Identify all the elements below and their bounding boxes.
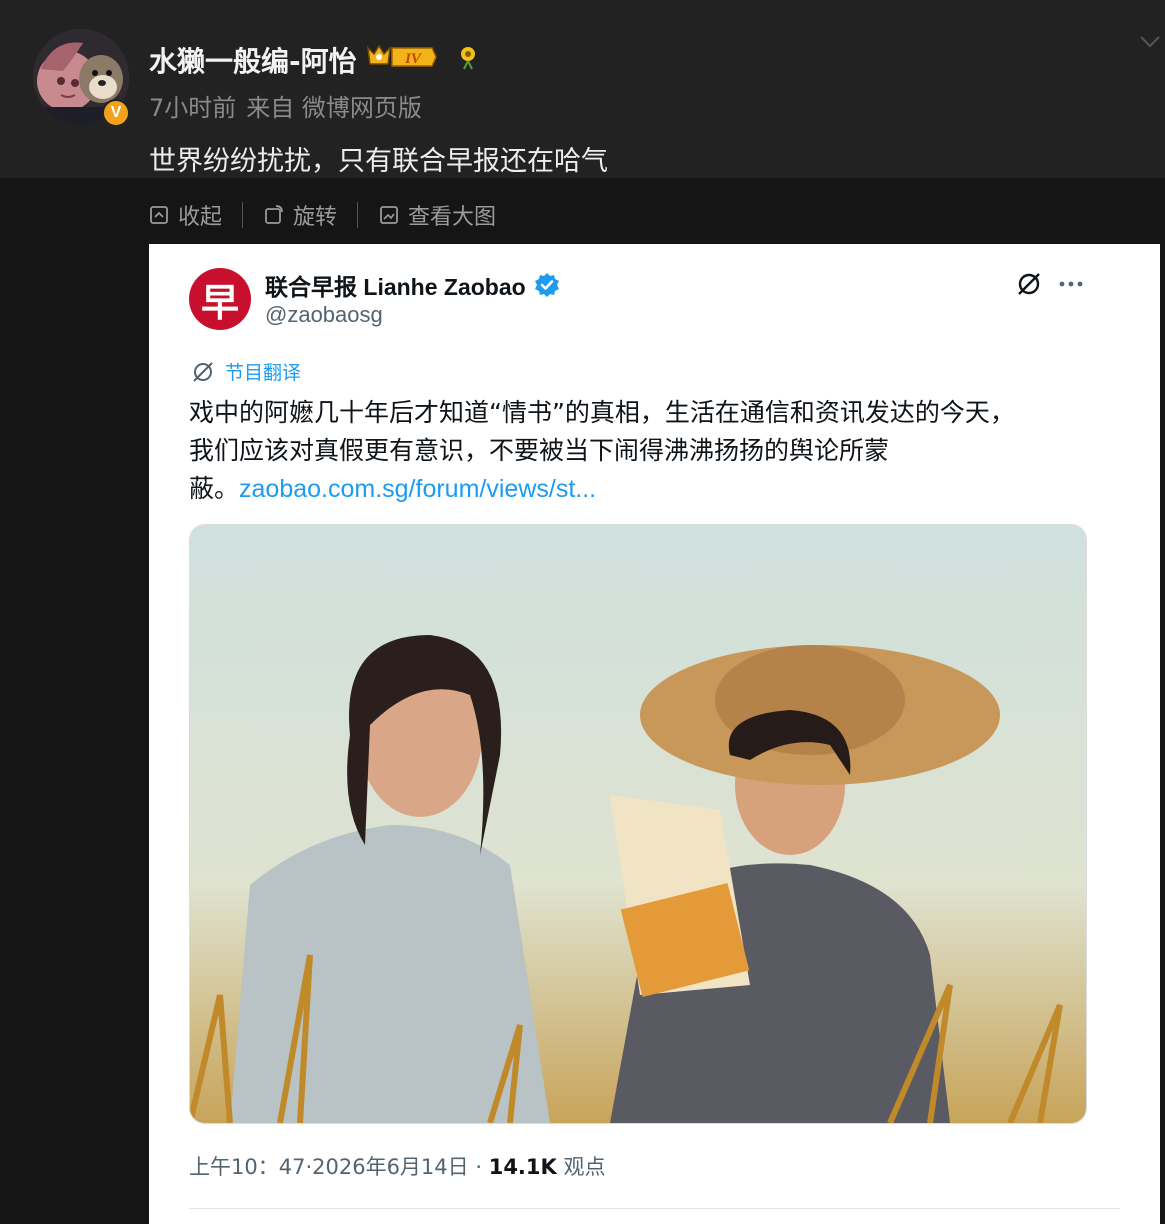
username[interactable]: 水獭一般编-阿怡 bbox=[149, 40, 357, 80]
flower-medal-icon[interactable] bbox=[455, 44, 481, 70]
tweet-text-line: 戏中的阿嬷几十年后才知道“情书”的真相，生活在通信和资讯发达的今天， bbox=[189, 398, 1015, 427]
zaobao-logo: 早 bbox=[189, 268, 251, 330]
tweet-account-name-text: 联合早报 Lianhe Zaobao bbox=[265, 274, 526, 300]
post-time: 7小时前 bbox=[149, 94, 237, 122]
tweet-timestamp: 上午10：47 bbox=[189, 1155, 306, 1179]
tweet-views-count: 14.1K bbox=[488, 1155, 557, 1179]
tweet-text-end: 蔽。 bbox=[189, 474, 240, 503]
verified-v-badge: V bbox=[102, 99, 130, 127]
level-text: IV bbox=[404, 51, 423, 67]
view-large-icon bbox=[380, 206, 398, 224]
chevron-down-icon[interactable] bbox=[1138, 34, 1162, 50]
tweet-account-name: 联合早报 Lianhe Zaobao bbox=[265, 268, 560, 302]
image-toolbar: 收起 旋转 查看大图 bbox=[148, 198, 496, 232]
view-large-button[interactable]: 查看大图 bbox=[378, 199, 496, 231]
grok-icon bbox=[1018, 273, 1040, 295]
rotate-icon bbox=[265, 205, 283, 224]
tweet-screenshot-card[interactable]: 早 联合早报 Lianhe Zaobao @zaobaosg 节目翻译 戏中的阿… bbox=[149, 244, 1160, 1224]
tweet-text: 戏中的阿嬷几十年后才知道“情书”的真相，生活在通信和资讯发达的今天， 我们应该对… bbox=[189, 394, 1119, 508]
tweet-text-line: 我们应该对真假更有意识，不要被当下闹得沸沸扬扬的舆论所蒙 bbox=[189, 436, 890, 465]
tweet-meta: 上午10：47·2026年6月14日 · 14.1K 观点 bbox=[189, 1151, 605, 1181]
more-options-icon bbox=[1059, 281, 1083, 287]
collapse-button[interactable]: 收起 bbox=[148, 199, 222, 231]
tweet-views-label: 观点 bbox=[563, 1155, 606, 1179]
rotate-button[interactable]: 旋转 bbox=[263, 199, 337, 231]
tweet-link: zaobao.com.sg/forum/views/st... bbox=[239, 475, 597, 503]
view-large-label: 查看大图 bbox=[408, 205, 497, 230]
post-header: V 水獭一般编-阿怡 IV 7小时前 来自 微博网页版 世界纷纷扰扰，只有联合早报… bbox=[0, 0, 1165, 178]
post-text: 世界纷纷扰扰，只有联合早报还在哈气 bbox=[149, 146, 608, 177]
tweet-handle: @zaobaosg bbox=[265, 302, 383, 327]
post-source[interactable]: 来自 微博网页版 bbox=[246, 94, 422, 122]
tweet-photo bbox=[189, 524, 1087, 1124]
collapse-label: 收起 bbox=[178, 205, 223, 230]
rotate-label: 旋转 bbox=[293, 205, 338, 230]
card-divider bbox=[189, 1208, 1120, 1209]
verified-check-icon bbox=[534, 273, 559, 297]
collapse-icon bbox=[150, 206, 168, 224]
tweet-text-line: 蔽。zaobao.com.sg/forum/views/st... bbox=[189, 470, 1119, 508]
translate-icon bbox=[193, 361, 213, 382]
toolbar-divider bbox=[242, 202, 244, 228]
translate-label: 节目翻译 bbox=[225, 363, 302, 384]
level-crown-icon[interactable]: IV bbox=[366, 44, 438, 70]
translate-row: 节目翻译 bbox=[191, 358, 301, 385]
post-meta: 7小时前 来自 微博网页版 bbox=[149, 88, 432, 123]
tweet-date: ·2026年6月14日 · bbox=[305, 1155, 483, 1179]
toolbar-divider bbox=[357, 202, 359, 228]
